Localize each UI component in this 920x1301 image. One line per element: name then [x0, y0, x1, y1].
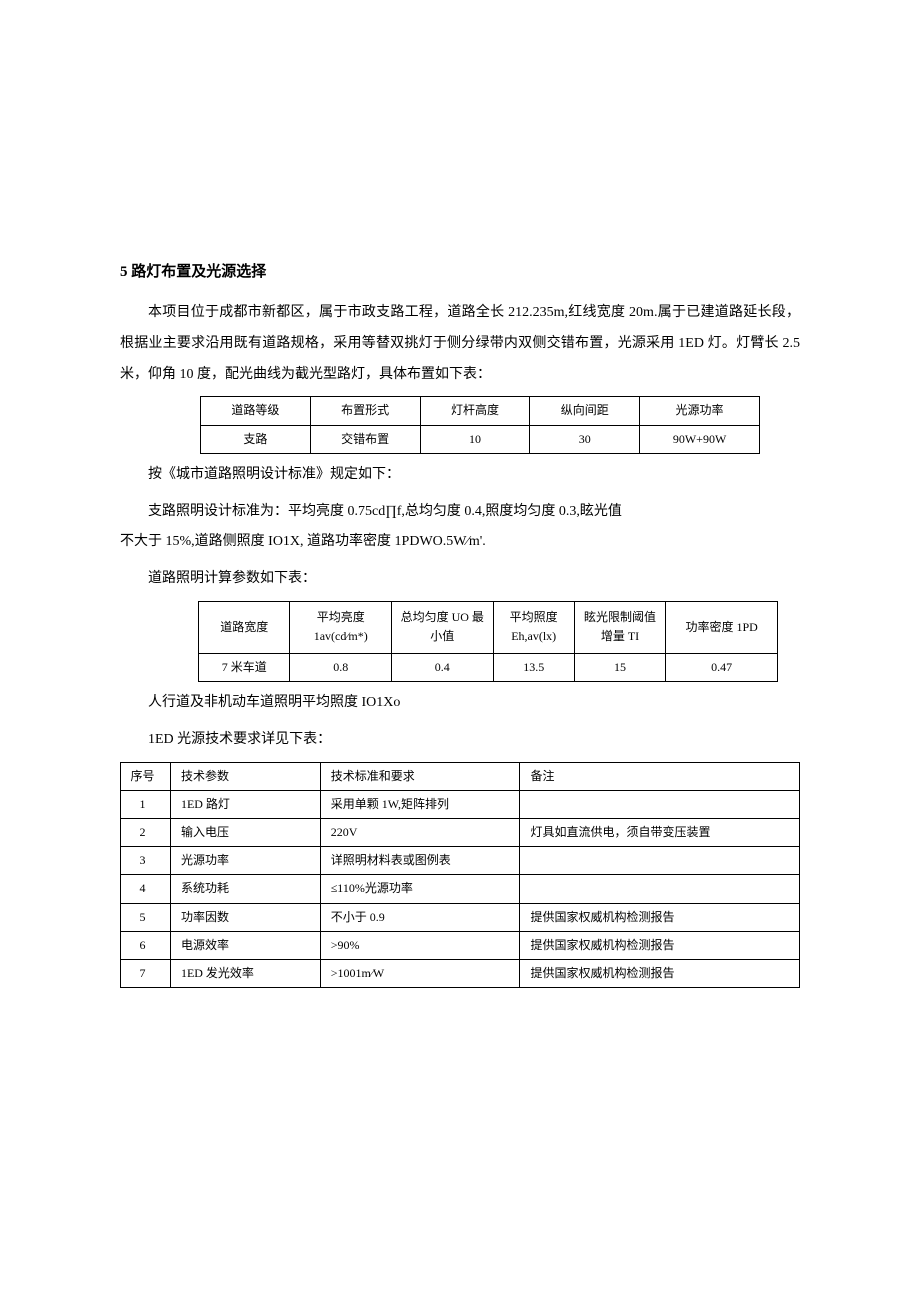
col-header: 眩光限制阈值增量 TI	[574, 601, 665, 653]
cell	[520, 875, 800, 903]
col-header: 技术标准和要求	[320, 762, 520, 790]
cell: 详照明材料表或图例表	[320, 847, 520, 875]
table-row: 3光源功率详照明材料表或图例表	[121, 847, 800, 875]
paragraph-standard-ref: 按《城市道路照明设计标准》规定如下：	[120, 460, 800, 491]
cell: 采用单颗 1W,矩阵排列	[320, 790, 520, 818]
table-row: 道路宽度 平均亮度 1av(cd⁄m*) 总均匀度 UO 最小值 平均照度 Eh…	[199, 601, 778, 653]
calc-params-table: 道路宽度 平均亮度 1av(cd⁄m*) 总均匀度 UO 最小值 平均照度 Eh…	[198, 601, 778, 682]
col-header: 技术参数	[170, 762, 320, 790]
cell: 7	[121, 960, 171, 988]
cell: 光源功率	[170, 847, 320, 875]
cell: 输入电压	[170, 819, 320, 847]
table-row: 71ED 发光效率>1001m⁄W提供国家权威机构检测报告	[121, 960, 800, 988]
paragraph-standard-line1: 支路照明设计标准为：平均亮度 0.75cd∏f,总均匀度 0.4,照度均匀度 0…	[120, 497, 800, 528]
table-row: 4系统功耗≤110%光源功率	[121, 875, 800, 903]
cell: 支路	[201, 425, 311, 453]
col-header: 道路等级	[201, 397, 311, 425]
cell: ≤110%光源功率	[320, 875, 520, 903]
table-row: 支路 交错布置 10 30 90W+90W	[201, 425, 760, 453]
cell: 10	[420, 425, 530, 453]
col-header: 纵向间距	[530, 397, 640, 425]
cell: 30	[530, 425, 640, 453]
cell: 7 米车道	[199, 653, 290, 681]
col-header: 备注	[520, 762, 800, 790]
col-header: 道路宽度	[199, 601, 290, 653]
cell: 功率因数	[170, 903, 320, 931]
cell: 提供国家权威机构检测报告	[520, 960, 800, 988]
paragraph-calc-intro: 道路照明计算参数如下表：	[120, 564, 800, 595]
col-header: 功率密度 1PD	[666, 601, 778, 653]
cell: >1001m⁄W	[320, 960, 520, 988]
col-header: 总均匀度 UO 最小值	[391, 601, 493, 653]
cell: 提供国家权威机构检测报告	[520, 931, 800, 959]
cell: 电源效率	[170, 931, 320, 959]
cell	[520, 790, 800, 818]
table-row: 2输入电压220V灯具如直流供电，须自带变压装置	[121, 819, 800, 847]
cell: 1ED 路灯	[170, 790, 320, 818]
col-header: 灯杆高度	[420, 397, 530, 425]
paragraph-standard-line2: 不大于 15%,道路侧照度 IO1X, 道路功率密度 1PDWO.5W⁄m'.	[120, 527, 800, 558]
cell: 0.4	[391, 653, 493, 681]
cell: 5	[121, 903, 171, 931]
cell: 220V	[320, 819, 520, 847]
cell: 15	[574, 653, 665, 681]
table-row: 11ED 路灯采用单颗 1W,矩阵排列	[121, 790, 800, 818]
cell: 0.47	[666, 653, 778, 681]
cell: 不小于 0.9	[320, 903, 520, 931]
col-header: 平均亮度 1av(cd⁄m*)	[290, 601, 392, 653]
cell: 1	[121, 790, 171, 818]
table-row: 5功率因数不小于 0.9提供国家权威机构检测报告	[121, 903, 800, 931]
cell: 13.5	[493, 653, 574, 681]
cell: >90%	[320, 931, 520, 959]
cell: 2	[121, 819, 171, 847]
cell	[520, 847, 800, 875]
table-row: 序号 技术参数 技术标准和要求 备注	[121, 762, 800, 790]
cell: 3	[121, 847, 171, 875]
layout-table: 道路等级 布置形式 灯杆高度 纵向间距 光源功率 支路 交错布置 10 30 9…	[200, 396, 760, 453]
table-row: 7 米车道 0.8 0.4 13.5 15 0.47	[199, 653, 778, 681]
col-header: 序号	[121, 762, 171, 790]
cell: 1ED 发光效率	[170, 960, 320, 988]
col-header: 平均照度 Eh,av(lx)	[493, 601, 574, 653]
cell: 灯具如直流供电，须自带变压装置	[520, 819, 800, 847]
table-row: 6电源效率>90%提供国家权威机构检测报告	[121, 931, 800, 959]
section-heading: 5 路灯布置及光源选择	[120, 260, 800, 284]
cell: 90W+90W	[640, 425, 760, 453]
paragraph-intro: 本项目位于成都市新都区，属于市政支路工程，道路全长 212.235m,红线宽度 …	[120, 298, 800, 390]
cell: 提供国家权威机构检测报告	[520, 903, 800, 931]
cell: 4	[121, 875, 171, 903]
cell: 0.8	[290, 653, 392, 681]
table-row: 道路等级 布置形式 灯杆高度 纵向间距 光源功率	[201, 397, 760, 425]
cell: 交错布置	[310, 425, 420, 453]
cell: 6	[121, 931, 171, 959]
paragraph-sidewalk: 人行道及非机动车道照明平均照度 IO1Xo	[120, 688, 800, 719]
col-header: 布置形式	[310, 397, 420, 425]
col-header: 光源功率	[640, 397, 760, 425]
paragraph-led-spec-intro: 1ED 光源技术要求详见下表：	[120, 725, 800, 756]
led-spec-table: 序号 技术参数 技术标准和要求 备注 11ED 路灯采用单颗 1W,矩阵排列2输…	[120, 762, 800, 989]
cell: 系统功耗	[170, 875, 320, 903]
